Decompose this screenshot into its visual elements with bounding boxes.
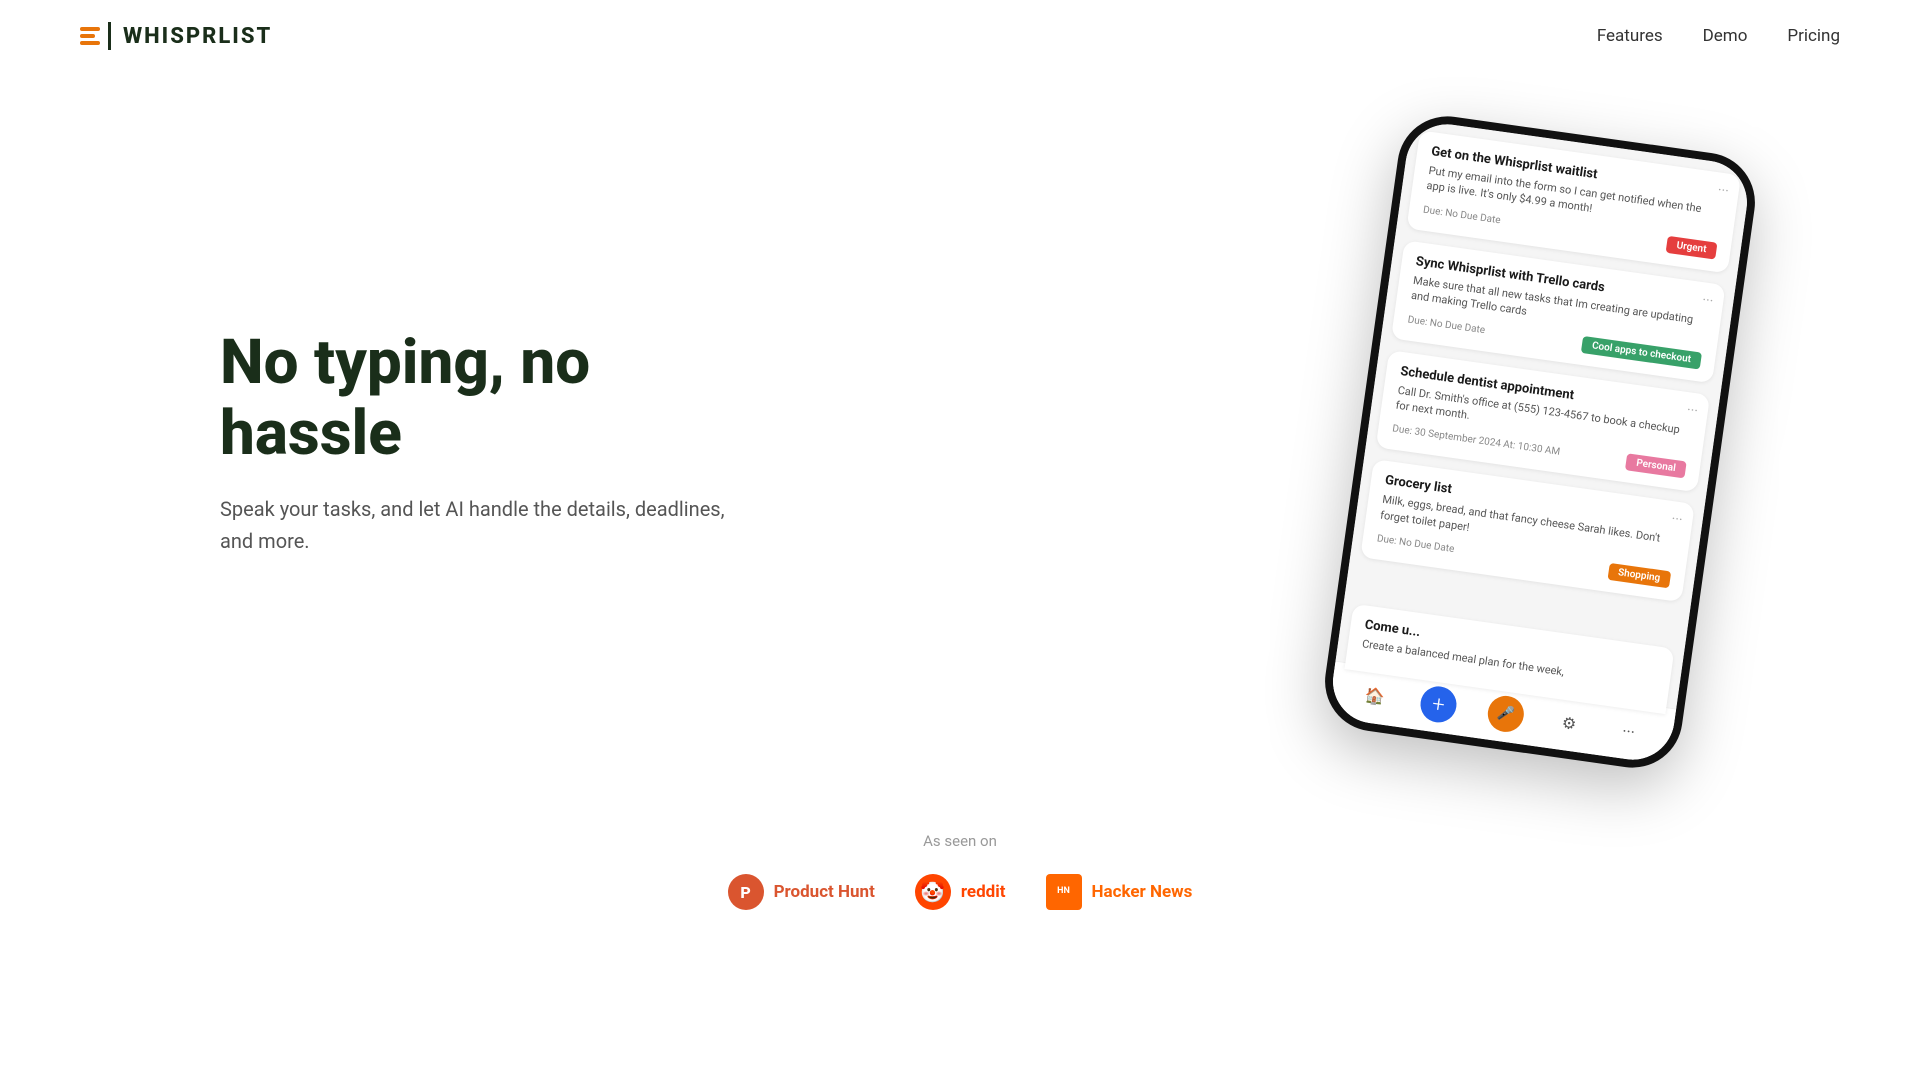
logo[interactable]: WHISPRLIST [80,22,272,50]
logo-bar [108,22,111,50]
product-hunt-icon: P [728,874,764,910]
logo-icon [80,27,100,45]
as-seen-on-section: As seen on P Product Hunt 🤡 reddit HN Ha… [0,792,1920,970]
phone-frame: ··· Get on the Whisprlist waitlist Put m… [1319,110,1762,774]
settings-icon[interactable]: ⚙ [1553,707,1585,739]
reddit-label: reddit [961,882,1006,902]
nav-item-demo[interactable]: Demo [1703,26,1748,46]
card-menu-1[interactable]: ··· [1717,182,1730,199]
badges-container: P Product Hunt 🤡 reddit HN Hacker News [0,874,1920,910]
mic-button[interactable]: 🎤 [1485,694,1526,735]
hero-subtitle: Speak your tasks, and let AI handle the … [220,493,740,557]
task-tag-1: Urgent [1666,236,1718,260]
nav-link-demo[interactable]: Demo [1703,26,1748,46]
card-menu-2[interactable]: ··· [1701,292,1714,309]
more-menu-icon[interactable]: ··· [1613,715,1645,747]
task-due-1: Due: No Due Date [1422,204,1501,226]
nav-link-pricing[interactable]: Pricing [1787,26,1840,46]
nav-link-features[interactable]: Features [1597,26,1663,46]
reddit-icon: 🤡 [915,874,951,910]
logo-text: WHISPRLIST [123,24,272,49]
add-task-button[interactable]: + [1418,684,1459,725]
as-seen-label: As seen on [0,832,1920,850]
nav-item-features[interactable]: Features [1597,26,1663,46]
task-tag-3: Personal [1625,454,1686,479]
badge-hacker-news[interactable]: HN Hacker News [1046,874,1193,910]
badge-reddit[interactable]: 🤡 reddit [915,874,1006,910]
badge-product-hunt[interactable]: P Product Hunt [728,874,875,910]
phone-mockup: ··· Get on the Whisprlist waitlist Put m… [1319,110,1762,774]
hero-title: No typing, no hassle [220,327,740,470]
navbar: WHISPRLIST Features Demo Pricing [0,0,1920,72]
task-due-4: Due: No Due Date [1376,533,1455,555]
card-menu-3[interactable]: ··· [1686,402,1699,419]
nav-item-pricing[interactable]: Pricing [1787,26,1840,46]
hero-section: No typing, no hassle Speak your tasks, a… [0,72,1920,792]
nav-links: Features Demo Pricing [1597,26,1840,46]
task-due-2: Due: No Due Date [1407,314,1486,336]
product-hunt-label: Product Hunt [774,882,875,902]
phone-screen: ··· Get on the Whisprlist waitlist Put m… [1328,119,1753,765]
task-tag-4: Shopping [1607,563,1671,589]
card-menu-4[interactable]: ··· [1670,511,1683,528]
hero-left: No typing, no hassle Speak your tasks, a… [220,327,740,558]
home-icon[interactable]: 🏠 [1359,680,1391,712]
hacker-news-label: Hacker News [1092,882,1193,902]
hacker-news-icon: HN [1046,874,1082,910]
